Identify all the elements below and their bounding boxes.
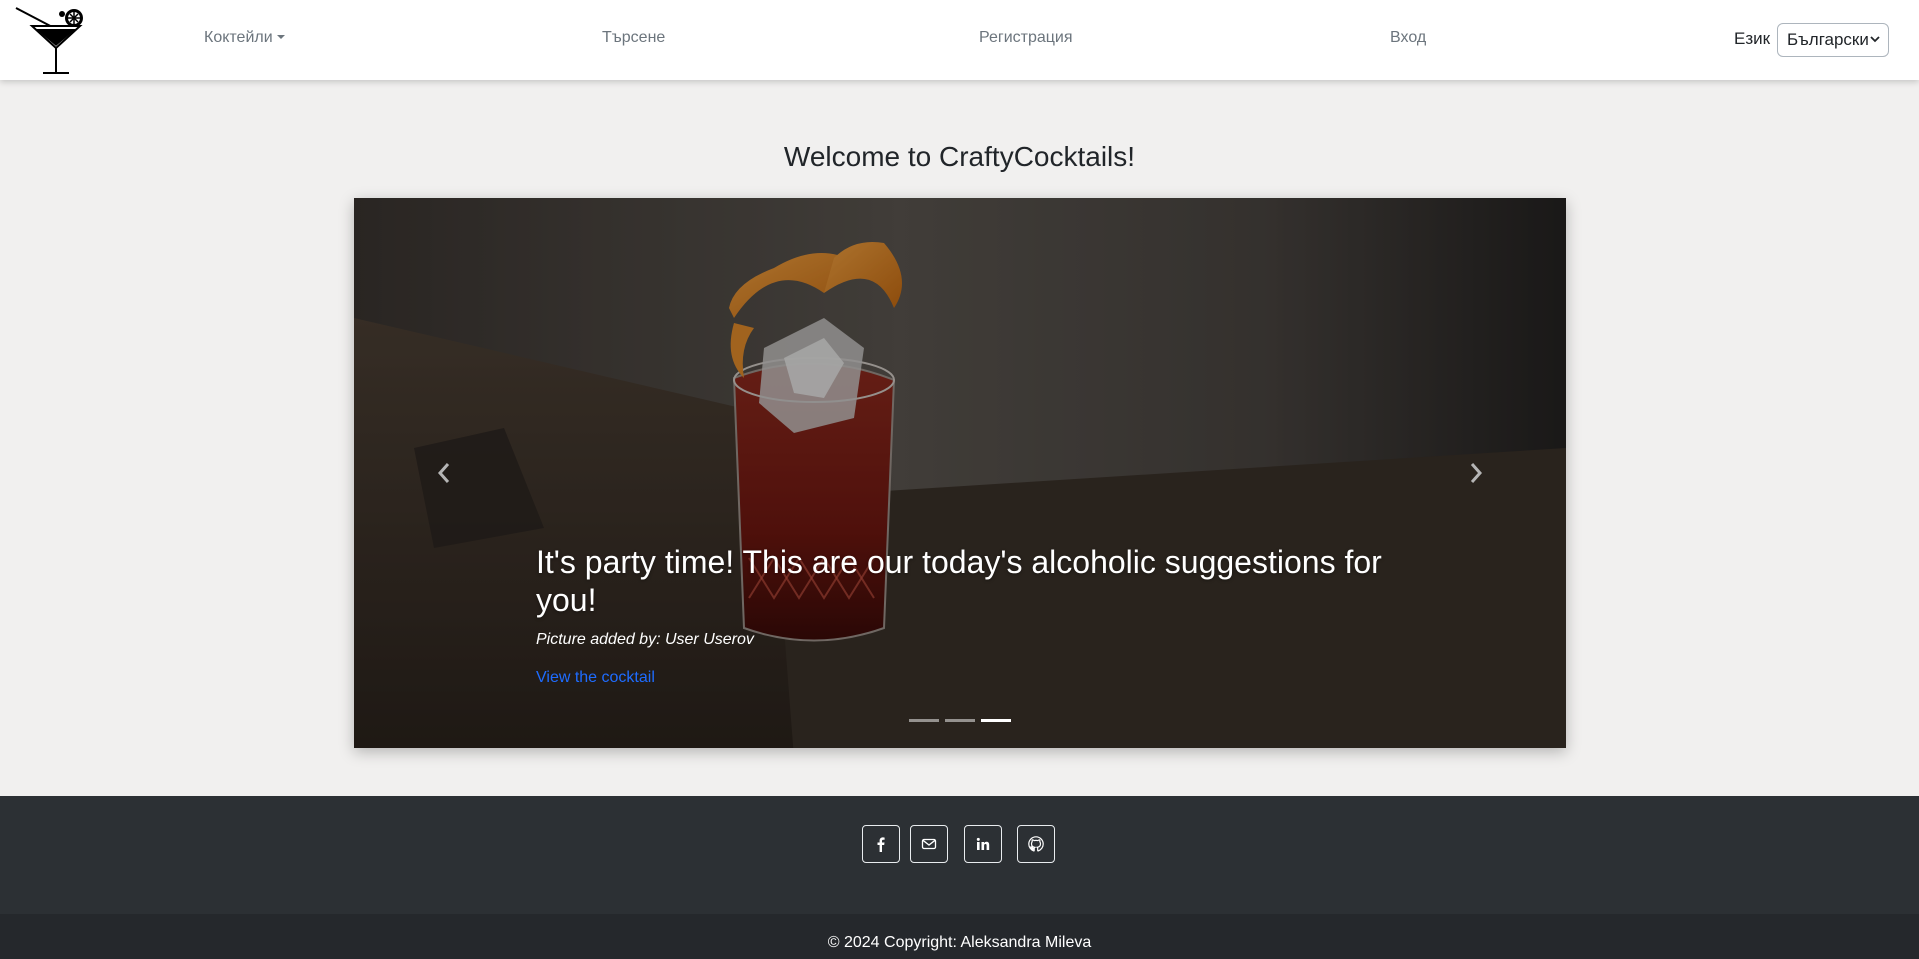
footer-social-section: [0, 796, 1919, 914]
nav-cocktails-label: Коктейли: [204, 29, 273, 46]
facebook-icon: [877, 837, 885, 852]
mail-icon: [921, 838, 937, 850]
language-selected-value: Български: [1787, 30, 1869, 49]
language-select[interactable]: Български: [1777, 23, 1889, 57]
linkedin-icon: [976, 837, 990, 850]
chevron-down-icon: [1870, 36, 1880, 43]
cocktail-glass-logo-icon[interactable]: [14, 4, 86, 76]
carousel-prev-button[interactable]: [424, 453, 464, 493]
nav-cocktails-dropdown[interactable]: Коктейли: [204, 29, 285, 47]
nav-login-link[interactable]: Вход: [1390, 29, 1426, 47]
navbar: Коктейли Търсене Регистрация Вход Език Б…: [0, 0, 1919, 80]
chevron-right-icon: [1470, 463, 1483, 483]
carousel-indicator[interactable]: [945, 719, 975, 722]
github-button[interactable]: [1017, 825, 1055, 863]
cocktail-carousel: It's party time! This are our today's al…: [354, 198, 1566, 748]
caption-author: Picture added by: User Userov: [536, 631, 754, 648]
language-label: Език: [1734, 29, 1771, 48]
nav-search-link[interactable]: Търсене: [602, 29, 665, 47]
facebook-button[interactable]: [862, 825, 900, 863]
nav-register-link[interactable]: Регистрация: [979, 29, 1073, 47]
carousel-next-button[interactable]: [1456, 453, 1496, 493]
carousel-indicator[interactable]: [981, 719, 1011, 722]
caption-title: It's party time! This are our today's al…: [536, 544, 1382, 618]
chevron-left-icon: [437, 463, 450, 483]
view-cocktail-link[interactable]: View the cocktail: [536, 669, 655, 687]
page-title: Welcome to CraftyCocktails!: [783, 141, 1136, 172]
caret-down-icon: [276, 35, 285, 39]
github-icon: [1028, 836, 1044, 852]
copyright-text: © 2024 Copyright: Aleksandra Mileva: [827, 934, 1092, 951]
carousel-caption: It's party time! This are our today's al…: [536, 543, 1396, 687]
carousel-indicator[interactable]: [909, 719, 939, 722]
email-button[interactable]: [910, 825, 948, 863]
carousel-indicators: [354, 719, 1566, 722]
linkedin-button[interactable]: [964, 825, 1002, 863]
